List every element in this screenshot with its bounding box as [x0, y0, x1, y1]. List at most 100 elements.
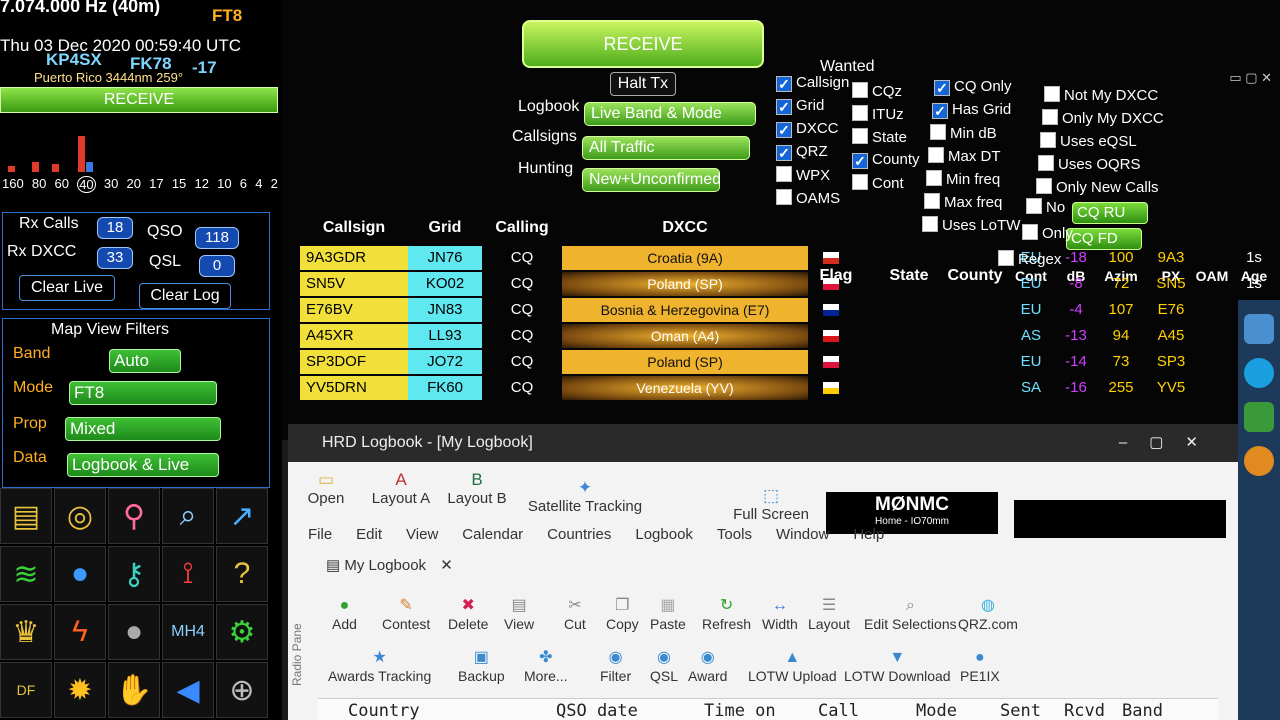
view-button[interactable]: ▤ View	[504, 596, 534, 632]
band-17-label[interactable]: 17	[149, 176, 163, 193]
wanted-callsign-checkbox[interactable]: ✓ Callsign	[776, 74, 849, 92]
table-row[interactable]: 9A3GDR JN76 CQ Croatia (9A) EU -18 100 9A3 1s	[300, 246, 1280, 270]
callsign-cell[interactable]: A45XR	[300, 324, 408, 348]
more--button[interactable]: ✤ More...	[524, 648, 568, 684]
hrd-window-controls[interactable]: –▢✕	[1119, 424, 1220, 462]
chart-trend-icon[interactable]: ↗	[216, 488, 268, 544]
checkbox-box[interactable]: ✓	[932, 103, 948, 119]
filter-max-freq-checkbox[interactable]: Max freq	[924, 193, 1002, 211]
filter-band-value[interactable]: Auto	[109, 349, 181, 373]
halt-tx-button[interactable]: Halt Tx	[610, 72, 676, 96]
trophy-icon[interactable]: ♛	[0, 604, 52, 660]
qsl-button[interactable]: ◉ QSL	[650, 648, 678, 684]
filter-only-new-calls-checkbox[interactable]: Only New Calls	[1036, 178, 1159, 196]
filter-min-freq-checkbox[interactable]: Min freq	[926, 170, 1000, 188]
awards-tracking-button[interactable]: ★ Awards Tracking	[328, 648, 431, 684]
delete-button[interactable]: ✖ Delete	[448, 596, 488, 632]
callsign-cell[interactable]: 9A3GDR	[300, 246, 408, 270]
checkbox-box[interactable]	[1026, 198, 1042, 214]
menu-countries[interactable]: Countries	[547, 526, 611, 543]
clear-log-button[interactable]: Clear Log	[139, 283, 231, 309]
filter-data-value[interactable]: Logbook & Live	[67, 453, 219, 477]
map-pin-icon[interactable]: ⚲	[108, 488, 160, 544]
band-2-label[interactable]: 2	[271, 176, 278, 193]
paste-button[interactable]: ▦ Paste	[650, 596, 686, 632]
band-12-label[interactable]: 12	[194, 176, 208, 193]
filter-cq-only-checkbox[interactable]: ✓ CQ Only	[934, 78, 1012, 96]
callsigns-select[interactable]: All Traffic	[582, 136, 750, 160]
checkbox-box[interactable]	[852, 174, 868, 190]
search-magnifier-icon[interactable]: ⌕	[162, 488, 214, 544]
full-screen-button[interactable]: ⬚ Full Screen	[732, 486, 810, 523]
wanted-cqz-checkbox[interactable]: CQz	[852, 82, 902, 100]
lotw-download-button[interactable]: ▼ LOTW Download	[844, 648, 951, 684]
app-taskbar-icon-3[interactable]	[1244, 446, 1274, 476]
globe-icon[interactable]: ●	[54, 546, 106, 602]
checkbox-box[interactable]	[1022, 224, 1038, 240]
checkbox-box[interactable]	[1038, 155, 1054, 171]
menu-view[interactable]: View	[406, 526, 438, 543]
checkbox-box[interactable]: ✓	[776, 122, 792, 138]
speaker-icon[interactable]: ◀	[162, 662, 214, 718]
filter-uses-eqsl-checkbox[interactable]: Uses eQSL	[1040, 132, 1137, 150]
wanted-wpx-checkbox[interactable]: WPX	[776, 166, 830, 184]
logbook-select[interactable]: Live Band & Mode	[584, 102, 756, 126]
open-button[interactable]: ▭ Open	[306, 470, 346, 507]
hunting-select[interactable]: New+Unconfirmed	[582, 168, 721, 192]
logbook-column-sent[interactable]: Sent	[1000, 701, 1041, 720]
band-10-label[interactable]: 10	[217, 176, 231, 193]
filter-uses-oqrs-checkbox[interactable]: Uses OQRS	[1038, 155, 1141, 173]
wanted-grid-checkbox[interactable]: ✓ Grid	[776, 97, 824, 115]
checkbox-box[interactable]: ✓	[776, 145, 792, 161]
key-icon[interactable]: ⚷	[108, 546, 160, 602]
wanted-ituz-checkbox[interactable]: ITUz	[852, 105, 904, 123]
checkbox-box[interactable]	[922, 216, 938, 232]
filter-no-checkbox[interactable]: No	[1026, 198, 1065, 216]
band-160-label[interactable]: 160	[2, 176, 24, 193]
refresh-button[interactable]: ↻ Refresh	[702, 596, 751, 632]
checkbox-box[interactable]	[776, 189, 792, 205]
filter-has-grid-checkbox[interactable]: ✓ Has Grid	[932, 101, 1011, 119]
window-controls[interactable]: ▭ ▢ ✕	[1229, 70, 1272, 86]
column-header-dxcc[interactable]: DXCC	[562, 216, 808, 240]
checkbox-box[interactable]	[852, 82, 868, 98]
checkbox-box[interactable]	[776, 166, 792, 182]
help-icon[interactable]: ?	[216, 546, 268, 602]
table-row[interactable]: A45XRLL93CQOman (A4)AS-1394A451s	[300, 324, 1280, 348]
pe1ix-button[interactable]: ● PE1IX	[960, 648, 1000, 684]
app-taskbar-icon[interactable]	[1244, 314, 1274, 344]
lightning-icon[interactable]: ϟ	[54, 604, 106, 660]
award-medal-icon[interactable]: ◎	[54, 488, 106, 544]
copy-button[interactable]: ❐ Copy	[606, 596, 639, 632]
radio-pane-label[interactable]: Radio Pane	[290, 596, 306, 686]
callsign-cell[interactable]: SP3DOF	[300, 350, 408, 374]
backup-button[interactable]: ▣ Backup	[458, 648, 505, 684]
column-header-grid[interactable]: Grid	[408, 216, 482, 240]
logbook-column-mode[interactable]: Mode	[916, 701, 957, 720]
wanted-dxcc-checkbox[interactable]: ✓ DXCC	[776, 120, 839, 138]
logbook-column-qso-date[interactable]: QSO date	[556, 701, 638, 720]
band-15-label[interactable]: 15	[172, 176, 186, 193]
qrz-com-button[interactable]: ◍ QRZ.com	[958, 596, 1018, 632]
tab-my-logbook[interactable]: ▤ My Logbook ✕	[326, 556, 453, 574]
wanted-state-checkbox[interactable]: State	[852, 128, 907, 146]
lotw-upload-button[interactable]: ▲ LOTW Upload	[748, 648, 837, 684]
satellite-tracking-button[interactable]: ✦ Satellite Tracking	[524, 478, 646, 515]
checkbox-box[interactable]: ✓	[852, 153, 868, 169]
width-button[interactable]: ↔ Width	[762, 596, 798, 632]
filter-only-my-dxcc-checkbox[interactable]: Only My DXCC	[1042, 109, 1164, 127]
menu-calendar[interactable]: Calendar	[462, 526, 523, 543]
close-tab-icon[interactable]: ✕	[440, 557, 453, 574]
menu-edit[interactable]: Edit	[356, 526, 382, 543]
settings-gear-icon[interactable]: ⚙	[216, 604, 268, 660]
satellite-icon[interactable]: ⊕	[216, 662, 268, 718]
receive-button[interactable]: RECEIVE	[522, 20, 764, 68]
logbook-column-country[interactable]: Country	[348, 701, 420, 720]
browser-taskbar-icon[interactable]	[1244, 358, 1274, 388]
menu-window[interactable]: Window	[776, 526, 829, 543]
notes-icon[interactable]: ▤	[0, 488, 52, 544]
checkbox-box[interactable]	[1042, 109, 1058, 125]
app-taskbar-icon-2[interactable]	[1244, 402, 1274, 432]
donate-hand-icon[interactable]: ✋	[108, 662, 160, 718]
band-40-label[interactable]: 40	[77, 176, 96, 193]
